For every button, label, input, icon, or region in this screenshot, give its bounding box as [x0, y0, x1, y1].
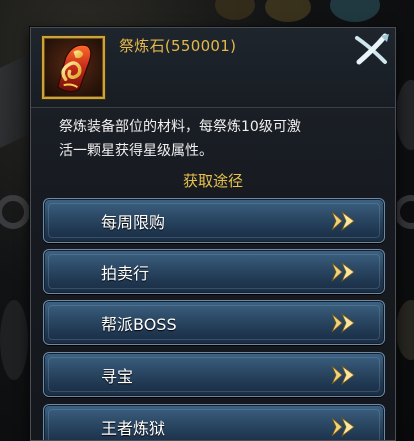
- close-button[interactable]: [351, 32, 391, 68]
- close-icon: [355, 33, 389, 65]
- route-label: 王者炼狱: [101, 418, 166, 438]
- background-ornament: [215, 0, 255, 20]
- background-ornament: [265, 0, 311, 22]
- route-button-guild-boss[interactable]: 帮派BOSS: [43, 300, 385, 345]
- route-label: 寻宝: [101, 366, 134, 386]
- item-description: 祭炼装备部位的材料，每祭炼10级可激 活一颗星获得星级属性。: [59, 115, 379, 163]
- acquire-section-title: 获取途径: [182, 172, 243, 190]
- route-label: 拍卖行: [101, 263, 150, 283]
- route-button-treasure-hunt[interactable]: 寻宝: [43, 352, 385, 397]
- route-button-auction-house[interactable]: 拍卖行: [43, 249, 385, 294]
- background-ring: [0, 195, 30, 229]
- route-label: 帮派BOSS: [101, 314, 177, 334]
- item-tooltip-panel: 祭炼石(550001) 祭炼装备部位的材料，每祭炼10级可激 活一颗星获得星级属…: [30, 27, 396, 441]
- background-weapon: [0, 52, 34, 148]
- description-line: 活一颗星获得星级属性。: [59, 143, 213, 159]
- background-ring: [394, 195, 414, 229]
- description-line: 祭炼装备部位的材料，每祭炼10级可激: [59, 119, 301, 135]
- route-label: 每周限购: [101, 212, 166, 232]
- background-ornament: [396, 300, 414, 360]
- route-button-king-purgatory[interactable]: 王者炼狱: [43, 404, 385, 440]
- double-chevron-right-icon: [330, 261, 360, 283]
- flame-stone-icon: [57, 44, 92, 93]
- double-chevron-right-icon: [330, 210, 360, 232]
- double-chevron-right-icon: [330, 312, 360, 334]
- item-icon-frame: [42, 36, 105, 99]
- route-button-weekly-limited[interactable]: 每周限购: [43, 198, 385, 243]
- background-ornament: [330, 0, 380, 22]
- item-header: 祭炼石(550001): [31, 28, 395, 108]
- game-screen: 祭炼石(550001) 祭炼装备部位的材料，每祭炼10级可激 活一颗星获得星级属…: [0, 0, 414, 441]
- double-chevron-right-icon: [330, 416, 360, 438]
- background-ornament: [0, 300, 28, 380]
- item-name: 祭炼石(550001): [119, 37, 237, 55]
- background-ornament: [396, 80, 414, 150]
- double-chevron-right-icon: [330, 364, 360, 386]
